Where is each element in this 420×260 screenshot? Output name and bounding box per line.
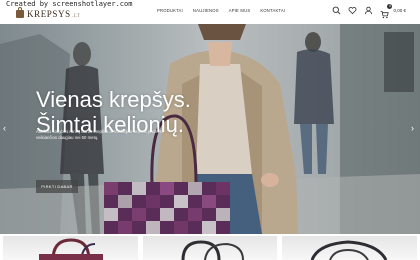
slider-prev-icon[interactable]: ‹ [3, 124, 9, 133]
main-nav: PRODUKTAI NAUJIENOS APIE MUS KONTAKTAI [157, 8, 285, 13]
slider-next-icon[interactable]: › [411, 124, 417, 133]
product-card[interactable] [3, 236, 138, 260]
cart-icon [381, 10, 390, 19]
cart-count-badge: 0 [387, 4, 393, 9]
shop-now-button[interactable]: PIRKTI DABAR [36, 180, 78, 193]
site-header: Created by screenshotlayer.com KREPSYS.L… [0, 0, 420, 24]
brand-name: KREPSYS.LT [27, 9, 81, 19]
hero-slider: ‹ › Vienas krepšys. Šimtai kelionių. Auk… [0, 24, 420, 234]
product-card[interactable] [142, 236, 278, 260]
nav-item-apie-mus[interactable]: APIE MUS [229, 8, 251, 13]
header-actions: 0 0,00 € [332, 4, 406, 19]
product-card[interactable] [282, 236, 418, 260]
product-row [0, 236, 420, 260]
cart-total: 0,00 € [393, 8, 406, 13]
heart-icon[interactable] [348, 6, 357, 15]
site-logo[interactable]: KREPSYS.LT [16, 7, 81, 20]
nav-item-naujienos[interactable]: NAUJIENOS [193, 8, 219, 13]
bag-logo-icon [16, 7, 24, 18]
user-icon[interactable] [364, 6, 373, 15]
nav-item-kontaktai[interactable]: KONTAKTAI [260, 8, 285, 13]
product-image [39, 238, 103, 260]
hero-subtitle: Aukštos kokybės rankų darbo krepšiai iš … [36, 129, 164, 140]
nav-item-produktai[interactable]: PRODUKTAI [157, 8, 183, 13]
search-icon[interactable] [332, 6, 341, 15]
cart-button[interactable]: 0 [380, 4, 393, 19]
hero-title-line-1: Vienas krepšys. [36, 86, 191, 112]
product-image [310, 240, 388, 260]
product-image [181, 240, 244, 260]
